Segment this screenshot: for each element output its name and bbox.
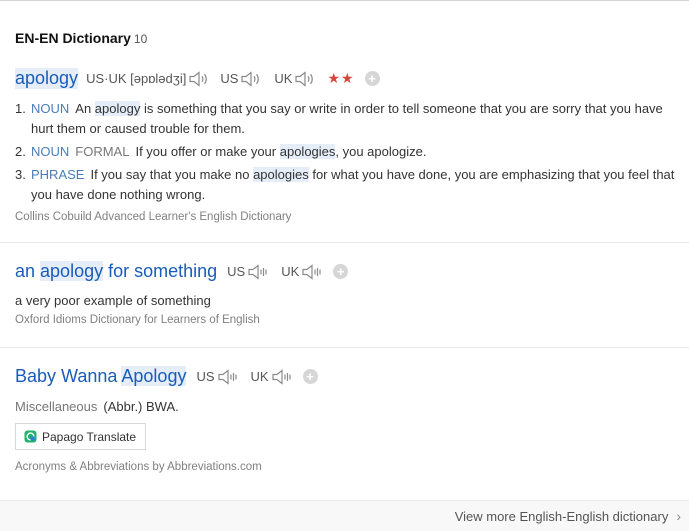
headword-link[interactable]: apology [15,68,79,89]
headword-link[interactable]: Baby Wanna Apology [15,366,187,387]
abbreviation-row: Miscellaneous (Abbr.) BWA. [15,399,689,414]
definition-number: 2. [15,144,26,159]
accent-uk-label: UK [250,369,269,384]
definition-list: 1. NOUN An apology is something that you s… [15,99,680,205]
view-more-label: View more English-English dictionary [454,508,669,524]
pronunciation: US·UK [əpɒlədʒi] [86,71,187,86]
headword-row: Baby Wanna Apology US UK + [15,364,689,389]
section-title: EN-EN Dictionary 10 [15,30,147,46]
speaker-icon[interactable] [217,368,239,386]
headword-text: Baby Wanna [15,366,122,386]
definition-number: 1. [15,101,26,116]
definition-item: 1. NOUN An apology is something that you s… [15,99,680,139]
plus-circle-icon[interactable]: + [364,71,380,86]
definition-text: An [75,101,95,116]
highlighted-term: apologies [279,144,336,159]
entry-apology: apology US·UK [əpɒlədʒi] US UK ★★ + 1. NO… [15,66,689,223]
section-title-text: EN-EN Dictionary [15,30,131,46]
speaker-icon[interactable] [247,263,269,281]
definition-text: If you offer or make your [135,144,280,159]
entry-divider [0,347,689,348]
definition-text: , you apologize. [335,144,427,159]
plus-circle-icon[interactable]: + [333,264,349,279]
top-divider [0,0,689,1]
accent-uk-label: UK [281,264,300,279]
speaker-icon[interactable] [240,70,262,88]
view-more-link[interactable]: View more English-English dictionary › [455,508,681,524]
definition-item: 2. NOUN FORMAL If you offer or make your ap… [15,142,680,162]
accent-us-label: US [220,71,239,86]
definition-item: 3. PHRASE If you say that you make no apol… [15,165,680,205]
headword-row: an apology for something US UK + [15,259,689,284]
definition-number: 3. [15,167,26,182]
definition-text: a very poor example of something [15,293,211,308]
headword-text: for something [103,261,218,281]
papago-logo-icon [24,430,37,443]
headword-row: apology US·UK [əpɒlədʒi] US UK ★★ + [15,66,689,91]
dictionary-source: Oxford Idioms Dictionary for Learners of… [15,314,260,326]
difficulty-stars: ★★ [327,70,355,86]
chevron-right-icon: › [676,508,681,524]
papago-translate-button[interactable]: Papago Translate [15,423,147,450]
definition-text: If you say that you make no [90,167,254,182]
accent-us-label: US [227,264,246,279]
entry-idiom: an apology for something US UK + a very … [15,259,689,326]
accent-us-label: US [196,369,215,384]
speaker-icon[interactable] [294,70,316,88]
part-of-speech: NOUN [31,101,70,116]
entry-abbreviation: Baby Wanna Apology US UK + Miscellaneous… [15,364,689,473]
plus-circle-icon[interactable]: + [302,369,318,384]
part-of-speech: NOUN [31,144,70,159]
headword-link[interactable]: an apology for something [15,261,217,282]
highlighted-term: apology [94,101,141,116]
accent-uk-label: UK [274,71,293,86]
speaker-icon[interactable] [301,263,323,281]
highlighted-term: apologies [253,167,309,182]
entry-divider [0,242,689,243]
speaker-icon[interactable] [188,70,210,88]
definition-text: (Abbr.) BWA. [103,399,179,414]
register-label: FORMAL [75,144,130,159]
category-label: Miscellaneous [15,399,98,414]
headword-highlight: apology [40,261,104,281]
dictionary-source: Collins Cobuild Advanced Learner's Engli… [15,211,292,223]
speaker-icon[interactable] [271,368,293,386]
dictionary-source: Acronyms & Abbreviations by Abbreviation… [15,461,262,473]
result-count: 10 [133,32,148,46]
headword-text: an [15,261,41,281]
papago-label: Papago Translate [42,429,137,444]
headword-highlight: Apology [121,366,187,386]
part-of-speech: PHRASE [31,167,85,182]
